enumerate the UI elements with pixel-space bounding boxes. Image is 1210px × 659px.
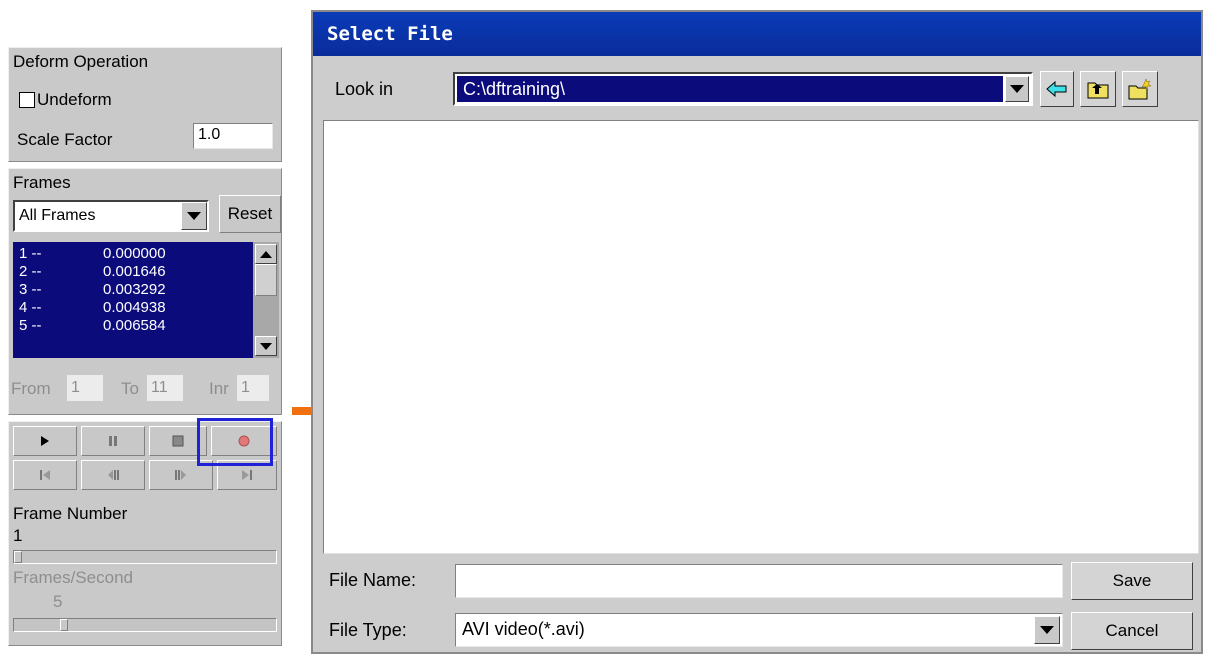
- cancel-button[interactable]: Cancel: [1071, 612, 1193, 650]
- frame-number-slider-thumb[interactable]: [14, 551, 22, 563]
- from-input[interactable]: 1: [67, 375, 103, 401]
- scale-factor-label: Scale Factor: [17, 130, 113, 149]
- list-item[interactable]: 4 -- 0.004938: [13, 299, 249, 317]
- undeform-label: Undeform: [37, 90, 112, 109]
- frames-dropdown-button[interactable]: [181, 202, 207, 230]
- fps-value: 5: [53, 592, 63, 611]
- frames-title: Frames: [13, 173, 71, 192]
- play-icon: [41, 436, 49, 446]
- step-back-icon: [108, 470, 119, 480]
- last-frame-icon: [242, 470, 252, 480]
- undeform-checkbox[interactable]: [19, 92, 35, 108]
- scrollbar-thumb[interactable]: [255, 264, 277, 296]
- file-type-label: File Type:: [329, 620, 407, 640]
- pause-icon: [109, 436, 117, 446]
- frames-group: Frames All Frames Reset 1 -- 0.000000 2 -…: [8, 168, 282, 415]
- save-button[interactable]: Save: [1071, 562, 1193, 600]
- step-back-button[interactable]: [81, 460, 145, 490]
- up-folder-icon: [1087, 82, 1109, 99]
- look-in-value: C:\dftraining\: [457, 76, 1003, 102]
- file-type-value: AVI video(*.avi): [462, 619, 585, 639]
- cancel-button-label: Cancel: [1105, 621, 1159, 640]
- play-button[interactable]: [13, 426, 77, 456]
- save-button-label: Save: [1112, 571, 1152, 590]
- chevron-down-icon: [1040, 626, 1054, 634]
- first-frame-icon: [40, 470, 50, 480]
- look-in-dropdown-button[interactable]: [1005, 76, 1029, 102]
- from-label: From: [11, 379, 51, 398]
- pause-button[interactable]: [81, 426, 145, 456]
- new-folder-icon: [1128, 78, 1152, 100]
- fps-slider[interactable]: [13, 618, 277, 632]
- to-label: To: [121, 379, 139, 398]
- fps-label: Frames/Second: [13, 568, 133, 587]
- list-item[interactable]: 5 -- 0.006584: [13, 317, 249, 335]
- to-input[interactable]: 11: [147, 375, 183, 401]
- scroll-down-button[interactable]: [255, 336, 277, 356]
- frame-number-value: 1: [13, 526, 23, 545]
- look-in-label: Look in: [335, 79, 394, 99]
- list-item[interactable]: 1 -- 0.000000: [13, 245, 249, 263]
- frames-dropdown-value: All Frames: [19, 207, 96, 224]
- list-item[interactable]: 3 -- 0.003292: [13, 281, 249, 299]
- file-name-label: File Name:: [329, 570, 417, 590]
- file-name-input[interactable]: [455, 564, 1063, 598]
- first-frame-button[interactable]: [13, 460, 77, 490]
- file-type-dropdown-button[interactable]: [1034, 616, 1060, 644]
- look-in-dropdown[interactable]: C:\dftraining\: [453, 72, 1033, 106]
- file-list-area[interactable]: [323, 120, 1199, 554]
- chevron-down-icon: [1010, 85, 1024, 93]
- chevron-down-icon: [260, 342, 272, 350]
- back-button[interactable]: [1040, 71, 1074, 107]
- reset-button[interactable]: Reset: [219, 195, 281, 233]
- stop-icon: [172, 435, 184, 447]
- dialog-title: Select File: [313, 12, 1201, 56]
- list-item[interactable]: 2 -- 0.001646: [13, 263, 249, 281]
- frame-number-label: Frame Number: [13, 504, 128, 523]
- frames-list-scrollbar[interactable]: [253, 242, 279, 358]
- chevron-up-icon: [260, 250, 272, 258]
- frames-list[interactable]: 1 -- 0.000000 2 -- 0.001646 3 -- 0.003292 4…: [13, 242, 279, 358]
- fps-slider-thumb[interactable]: [60, 619, 68, 631]
- deform-operation-title: Deform Operation: [13, 52, 149, 71]
- frames-dropdown[interactable]: All Frames: [13, 200, 209, 232]
- select-file-dialog: Select File Look in C:\dftraining\ File …: [311, 10, 1203, 654]
- file-type-dropdown[interactable]: AVI video(*.avi): [455, 613, 1063, 647]
- inr-input[interactable]: 1: [237, 375, 269, 401]
- new-folder-button[interactable]: [1122, 71, 1158, 107]
- deform-operation-group: Deform Operation Undeform Scale Factor 1…: [8, 47, 282, 162]
- back-arrow-icon: [1046, 81, 1067, 97]
- scroll-up-button[interactable]: [255, 244, 277, 264]
- chevron-down-icon: [187, 212, 201, 220]
- up-folder-button[interactable]: [1080, 71, 1116, 107]
- step-forward-icon: [175, 470, 186, 480]
- inr-label: Inr: [209, 379, 229, 398]
- frame-number-slider[interactable]: [13, 550, 277, 564]
- reset-button-label: Reset: [227, 204, 273, 223]
- scale-factor-input[interactable]: 1.0: [193, 123, 273, 149]
- record-button-highlight: [197, 418, 273, 466]
